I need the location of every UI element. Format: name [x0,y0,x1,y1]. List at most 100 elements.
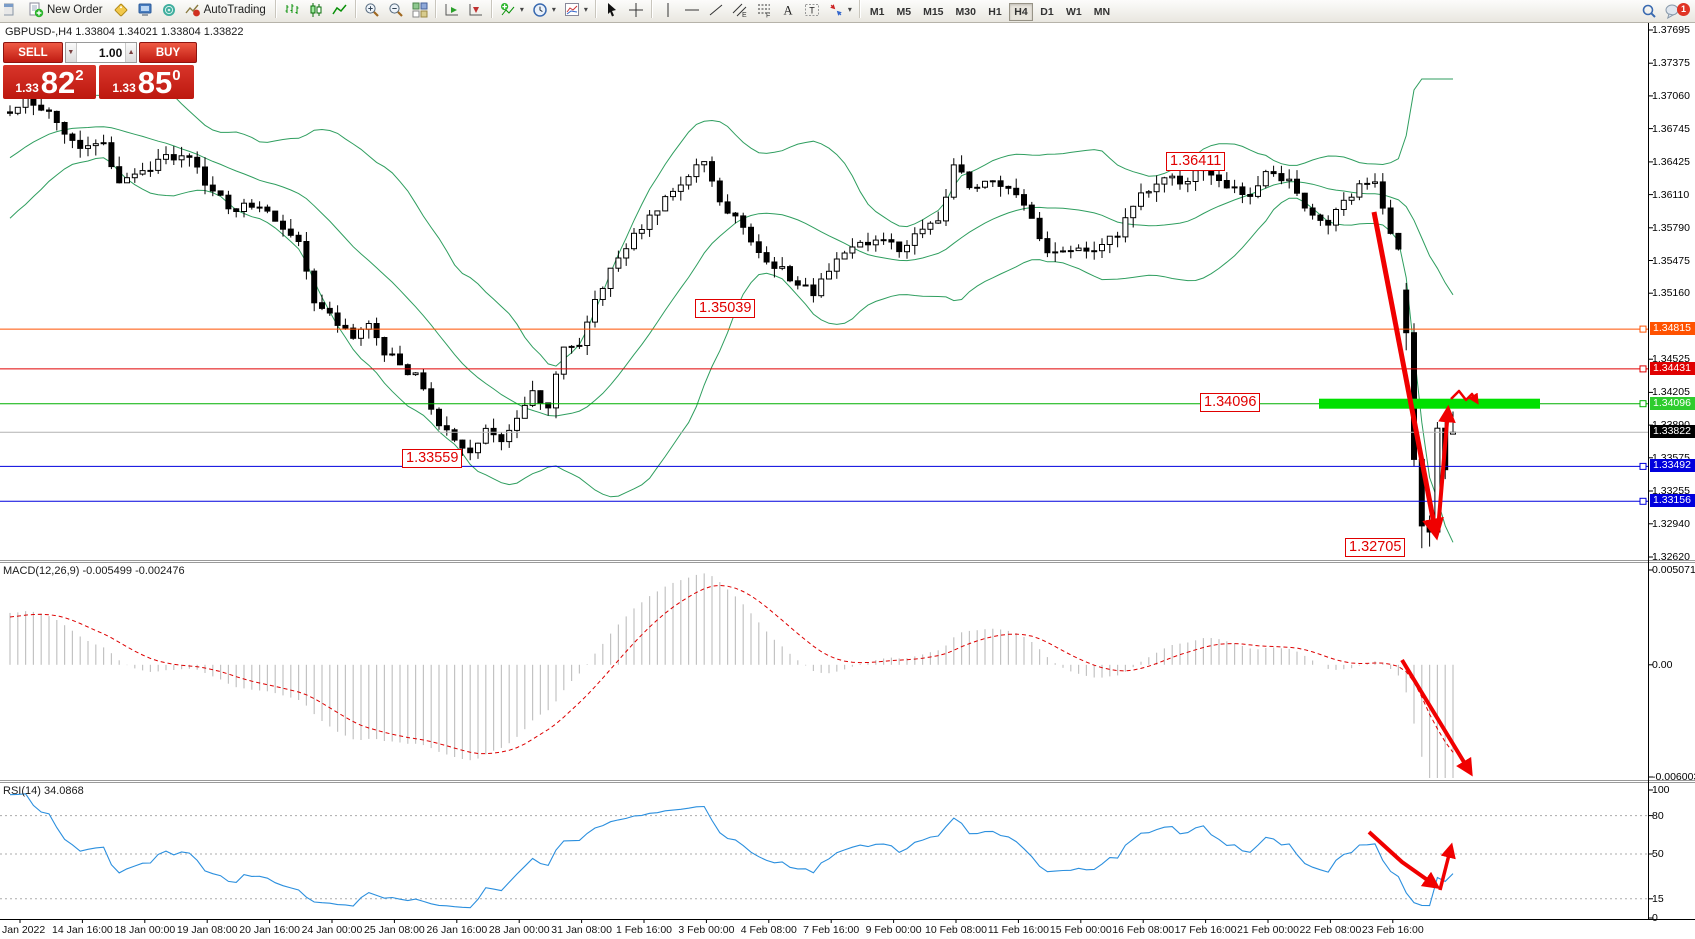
toolbar-separator [651,0,653,18]
rsi-line [10,794,1453,908]
toolbar-separator [355,0,357,18]
timeframe-m15-button[interactable]: M15 [918,3,948,21]
vertical-line-button[interactable] [656,0,680,20]
zoom-in-icon [364,2,380,18]
timeframe-mn-button[interactable]: MN [1089,3,1115,21]
sell-button[interactable]: SELL [3,42,63,63]
tile-windows-icon [412,2,428,18]
volume-input[interactable] [77,43,126,62]
zoom-in-button[interactable] [360,0,384,20]
caret-down-icon: ▼ [67,49,74,56]
chart-title: GBPUSD-,H4 1.33804 1.34021 1.33804 1.338… [5,26,244,38]
volume-decrease-button[interactable]: ▼ [66,43,77,62]
price-tag-button[interactable] [109,0,133,20]
price-annotation[interactable]: 1.32705 [1345,538,1405,557]
sell-price-big: 82 [41,68,75,98]
terminal-button[interactable] [133,0,157,20]
macd-signal-line [10,585,1453,753]
periods-icon [532,2,548,18]
autotrading-label: AutoTrading [204,4,268,16]
timeframe-h1-button[interactable]: H1 [983,3,1007,21]
fibonacci-button[interactable]: F [752,0,776,20]
volume-stepper: ▼ ▲ [65,42,137,63]
macd-label: MACD(12,26,9) -0.005499 -0.002476 [3,565,185,577]
chart-shift-button[interactable] [440,0,464,20]
svg-text:F: F [766,12,770,18]
equidistant-channel-button[interactable]: E [728,0,752,20]
template-icon [564,2,580,18]
terminal-icon [137,2,153,18]
chevron-down-icon: ▾ [552,5,556,14]
horizontal-line-button[interactable] [680,0,704,20]
bar-chart-icon [284,2,300,18]
timeframe-h4-button[interactable]: H4 [1009,3,1033,21]
chevron-down-icon: ▾ [584,5,588,14]
autotrading-icon [185,2,201,18]
arrows-button[interactable]: ▾ [824,0,856,20]
tile-windows-button[interactable] [408,0,432,20]
svg-text:E: E [742,12,747,18]
crosshair-button[interactable] [624,0,648,20]
toolbar-separator [595,0,597,18]
news-radar-icon [161,2,177,18]
arrows-icon [828,2,844,18]
chart-frame [0,22,1695,923]
text-label-icon: T [804,2,820,18]
auto-scroll-icon [468,2,484,18]
chevron-down-icon: ▾ [848,5,852,14]
zoom-out-icon [388,2,404,18]
timeframe-bar: M1M5M15M30H1H4D1W1MN [864,2,1116,21]
one-click-trading-panel: SELL ▼ ▲ BUY 1.33822 1.33850 [3,42,197,99]
text-button[interactable]: A [776,0,800,20]
candlestick-chart-icon [308,2,324,18]
main-toolbar: New OrderAutoTrading▾▾▾EFAT▾ M1M5M15M30H… [0,0,1695,23]
chart-shift-icon [444,2,460,18]
buy-price-big: 85 [138,68,172,98]
search-icon [1641,3,1657,19]
auto-scroll-button[interactable] [464,0,488,20]
price-annotation[interactable]: 1.33559 [402,449,462,468]
sell-price-display[interactable]: 1.33822 [3,65,96,99]
caret-up-icon: ▲ [128,49,135,56]
text-label-button[interactable]: T [800,0,824,20]
timeframe-m30-button[interactable]: M30 [951,3,981,21]
buy-button[interactable]: BUY [139,42,197,63]
periods-button[interactable]: ▾ [528,0,560,20]
equidistant-channel-icon: E [732,2,748,18]
toolbar-separator [491,0,493,18]
price-annotation[interactable]: 1.34096 [1200,393,1260,412]
fibonacci-icon: F [756,2,772,18]
line-chart-button[interactable] [328,0,352,20]
toolbar-separator [859,0,861,18]
price-annotation[interactable]: 1.36411 [1166,152,1225,171]
window-fragment-button[interactable] [0,0,24,20]
indicators-button[interactable]: ▾ [496,0,528,20]
bar-chart-button[interactable] [280,0,304,20]
candlestick-chart-button[interactable] [304,0,328,20]
indicators-icon [500,2,516,18]
timeframe-d1-button[interactable]: D1 [1035,3,1059,21]
template-button[interactable]: ▾ [560,0,592,20]
zoom-out-button[interactable] [384,0,408,20]
search-button[interactable] [1637,1,1661,21]
price-tag-icon [113,2,129,18]
support-zone-highlight[interactable] [1319,399,1540,409]
chart-surface[interactable] [0,0,1695,939]
autotrading-button[interactable]: AutoTrading [181,0,272,20]
timeframe-w1-button[interactable]: W1 [1061,3,1087,21]
rsi-levels [0,816,1648,899]
trendline-button[interactable] [704,0,728,20]
toolbar-separator [275,0,277,18]
cursor-button[interactable] [600,0,624,20]
crosshair-icon [628,2,644,18]
new-order-button[interactable]: New Order [24,0,109,20]
timeframe-m1-button[interactable]: M1 [865,3,890,21]
price-annotation[interactable]: 1.35039 [695,299,755,318]
timeframe-m5-button[interactable]: M5 [892,3,917,21]
volume-increase-button[interactable]: ▲ [125,43,136,62]
sell-price-sup: 2 [75,67,83,84]
community-chat-button[interactable]: 1 [1661,1,1691,21]
buy-price-display[interactable]: 1.33850 [99,65,194,99]
news-radar-button[interactable] [157,0,181,20]
macd-histogram [10,573,1453,794]
